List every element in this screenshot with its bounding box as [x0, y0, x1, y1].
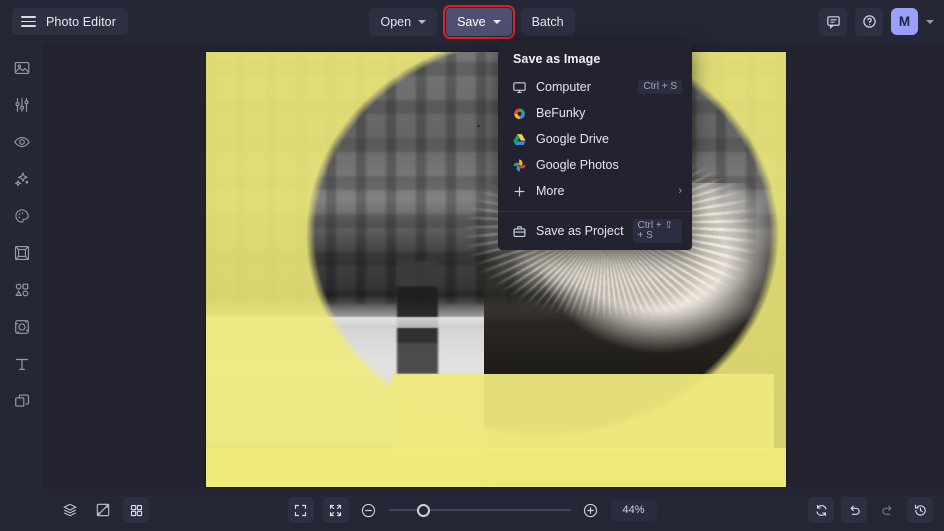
zoom-in-button[interactable] — [580, 499, 602, 521]
google-photos-icon — [511, 157, 527, 173]
layers-stack-icon — [13, 392, 31, 410]
bottom-toolbar: 44% — [0, 489, 944, 531]
sidebar-item-frames[interactable] — [7, 241, 37, 265]
monitor-icon — [511, 79, 527, 95]
sidebar-item-touchup[interactable] — [7, 130, 37, 154]
menu-item-label: Google Photos — [536, 158, 619, 172]
redo-button[interactable] — [874, 497, 900, 523]
save-menu-title: Save as Image — [498, 49, 692, 74]
frame-icon — [13, 244, 31, 262]
menu-item-label: Google Drive — [536, 132, 609, 146]
fullscreen-button[interactable] — [288, 497, 314, 523]
sidebar-item-effects[interactable] — [7, 167, 37, 191]
save-dropdown-menu: Save as Image Computer Ctrl + S BeF — [498, 41, 692, 250]
top-toolbar: Photo Editor Open Save Batch — [0, 0, 944, 43]
open-button-label: Open — [380, 15, 411, 29]
zoom-slider[interactable] — [389, 502, 571, 518]
zoom-out-button[interactable] — [358, 499, 380, 521]
sliders-icon — [13, 96, 31, 114]
palette-icon — [13, 207, 31, 225]
menu-item-label: More — [536, 184, 564, 198]
workspace — [43, 43, 944, 489]
shortcut-badge: Ctrl + ⇧ + S — [633, 219, 682, 243]
chevron-down-icon — [493, 20, 501, 24]
reset-icon — [814, 503, 829, 518]
befunky-logo-icon — [511, 105, 527, 121]
sidebar-item-graphics[interactable] — [7, 278, 37, 302]
sidebar-item-edit[interactable] — [7, 93, 37, 117]
undo-button[interactable] — [841, 497, 867, 523]
bottom-right-tools — [808, 497, 933, 523]
menu-item-computer[interactable]: Computer Ctrl + S — [498, 74, 692, 100]
top-center-actions: Open Save Batch — [0, 0, 944, 43]
chevron-right-icon: › — [678, 185, 682, 197]
batch-button[interactable]: Batch — [521, 8, 575, 36]
save-button-label: Save — [457, 15, 486, 29]
left-sidebar — [0, 43, 43, 489]
menu-item-label: Save as Project — [536, 224, 624, 238]
shortcut-badge: Ctrl + S — [638, 80, 682, 94]
hamburger-icon — [21, 16, 36, 27]
menu-item-label: Computer — [536, 80, 591, 94]
eye-icon — [13, 133, 31, 151]
menu-item-save-as-project[interactable]: Save as Project Ctrl + ⇧ + S — [498, 218, 692, 244]
expand-icon — [293, 503, 308, 518]
image-icon — [13, 59, 31, 77]
history-button[interactable] — [907, 497, 933, 523]
feedback-button[interactable] — [819, 8, 847, 36]
reset-button[interactable] — [808, 497, 834, 523]
redo-icon — [880, 503, 895, 518]
history-icon — [913, 503, 928, 518]
sidebar-item-image[interactable] — [7, 56, 37, 80]
sidebar-item-overlays[interactable] — [7, 315, 37, 339]
plus-circle-icon — [582, 502, 599, 519]
sparkles-icon — [13, 170, 31, 188]
photo-editor-app: Photo Editor Open Save Batch — [0, 0, 944, 531]
menu-divider — [498, 211, 692, 212]
plus-icon — [511, 183, 527, 199]
sidebar-item-layers[interactable] — [7, 389, 37, 413]
menu-item-more[interactable]: More › — [498, 178, 692, 204]
zoom-slider-track — [389, 509, 571, 511]
help-circle-icon — [862, 14, 877, 29]
chat-icon — [826, 14, 841, 29]
menu-item-google-photos[interactable]: Google Photos — [498, 152, 692, 178]
minus-circle-icon — [360, 502, 377, 519]
batch-button-label: Batch — [532, 15, 564, 29]
fit-to-screen-button[interactable] — [323, 497, 349, 523]
zoom-level-value[interactable]: 44% — [611, 499, 657, 521]
avatar[interactable]: M — [891, 8, 918, 35]
fit-to-screen-icon — [328, 503, 343, 518]
sidebar-item-artsy[interactable] — [7, 204, 37, 228]
avatar-chevron-down-icon[interactable] — [926, 20, 934, 24]
chevron-down-icon — [418, 20, 426, 24]
app-title: Photo Editor — [46, 15, 116, 29]
undo-icon — [847, 503, 862, 518]
shapes-icon — [13, 281, 31, 299]
briefcase-icon — [511, 223, 527, 239]
menu-item-befunky[interactable]: BeFunky — [498, 100, 692, 126]
zoom-controls: 44% — [0, 497, 944, 523]
menu-item-label: BeFunky — [536, 106, 585, 120]
zoom-slider-handle[interactable] — [417, 504, 430, 517]
help-button[interactable] — [855, 8, 883, 36]
text-icon — [13, 355, 31, 373]
app-menu-button[interactable]: Photo Editor — [12, 8, 128, 35]
sidebar-item-text[interactable] — [7, 352, 37, 376]
photo-canvas[interactable] — [206, 52, 786, 487]
menu-item-google-drive[interactable]: Google Drive — [498, 126, 692, 152]
google-drive-icon — [511, 131, 527, 147]
top-right-actions: M — [819, 0, 934, 43]
save-button[interactable]: Save — [446, 8, 512, 36]
overlay-icon — [13, 318, 31, 336]
yellow-overlay-layer — [206, 52, 786, 487]
open-button[interactable]: Open — [369, 8, 437, 36]
